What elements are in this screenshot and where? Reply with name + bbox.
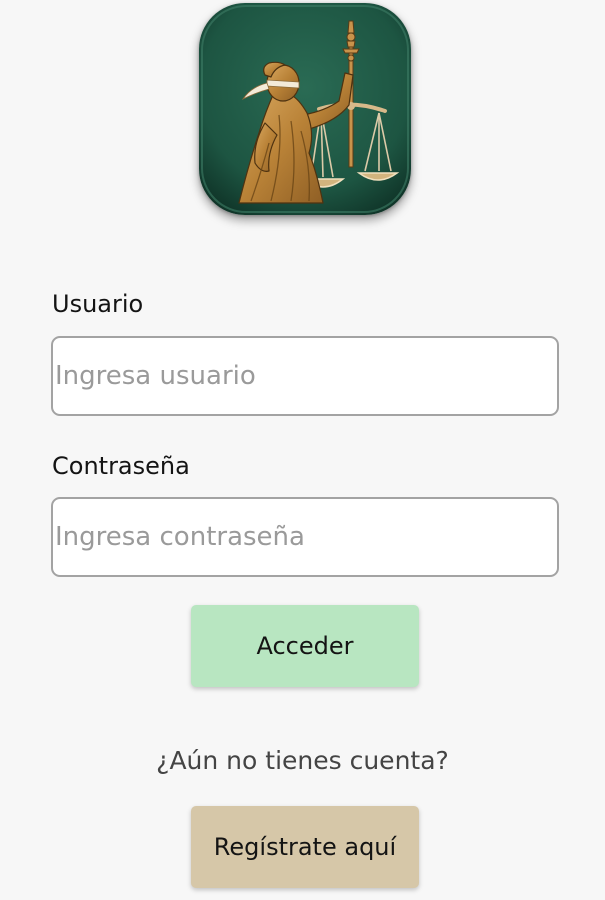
password-label: Contraseña <box>52 452 190 480</box>
signup-prompt: ¿Aún no tienes cuenta? <box>156 746 449 775</box>
password-input[interactable] <box>51 497 559 577</box>
username-label: Usuario <box>52 290 144 318</box>
username-input[interactable] <box>51 336 559 416</box>
app-logo <box>199 3 411 215</box>
lady-justice-icon <box>199 3 411 215</box>
register-button[interactable]: Regístrate aquí <box>191 806 419 888</box>
login-button[interactable]: Acceder <box>191 605 419 687</box>
